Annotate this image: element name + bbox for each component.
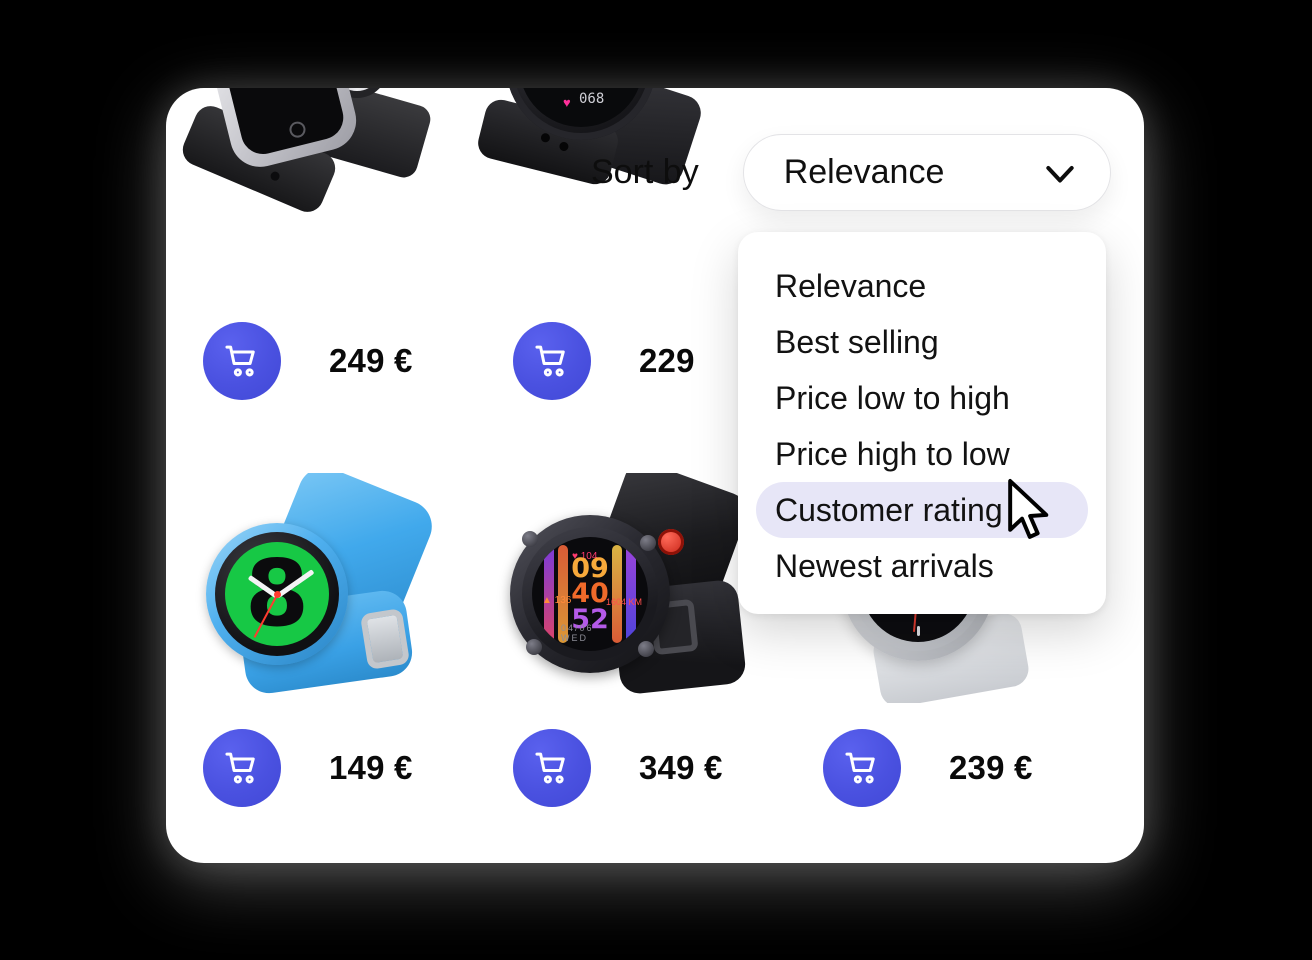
menu-item-newest-arrivals[interactable]: Newest arrivals (738, 538, 1106, 594)
product-footer: 149 € (166, 725, 476, 811)
chevron-down-icon (1046, 165, 1074, 182)
sort-by-dropdown-menu: Relevance Best selling Price low to high… (738, 232, 1106, 614)
product-footer: 239 € (786, 725, 1096, 811)
sort-by-selected-value: Relevance (783, 153, 945, 191)
product-image-blue-watch: 8 (166, 473, 476, 703)
product-price: 239 € (949, 749, 1033, 786)
add-to-cart-button[interactable] (203, 322, 281, 400)
product-image-silver-square-watch: 56 (166, 88, 476, 284)
product-price: 349 € (639, 749, 723, 786)
menu-item-label: Price high to low (775, 435, 1010, 472)
menu-item-label: Price low to high (775, 379, 1010, 416)
screen: 56 249 € (0, 0, 1312, 960)
menu-item-label: Newest arrivals (775, 547, 994, 584)
sort-by-control: Sort by Relevance (591, 134, 1111, 211)
product-footer: 249 € (166, 318, 476, 404)
add-to-cart-button[interactable] (513, 729, 591, 807)
product-card[interactable]: 56 249 € (166, 88, 476, 404)
product-price: 149 € (329, 749, 413, 786)
menu-item-label: Customer rating (775, 491, 1003, 528)
product-footer: 349 € (476, 725, 786, 811)
shopping-cart-icon (225, 752, 255, 784)
menu-item-best-selling[interactable]: Best selling (738, 314, 1106, 370)
menu-item-price-high-to-low[interactable]: Price high to low (738, 426, 1106, 482)
shopping-cart-icon (535, 345, 565, 377)
add-to-cart-button[interactable] (513, 322, 591, 400)
add-to-cart-button[interactable] (823, 729, 901, 807)
shopping-cart-icon (225, 345, 255, 377)
product-price: 229 (639, 342, 695, 379)
menu-item-label: Best selling (775, 323, 939, 360)
add-to-cart-button[interactable] (203, 729, 281, 807)
product-price: 249 € (329, 342, 413, 379)
shopping-cart-icon (845, 752, 875, 784)
shopping-cart-icon (535, 752, 565, 784)
menu-item-label: Relevance (775, 267, 927, 304)
menu-item-customer-rating[interactable]: Customer rating (756, 482, 1088, 538)
sort-by-label: Sort by (591, 153, 699, 191)
menu-item-relevance[interactable]: Relevance (738, 258, 1106, 314)
product-card[interactable]: 8 149 € (166, 473, 476, 811)
menu-item-price-low-to-high[interactable]: Price low to high (738, 370, 1106, 426)
sort-by-select[interactable]: Relevance (742, 134, 1111, 211)
